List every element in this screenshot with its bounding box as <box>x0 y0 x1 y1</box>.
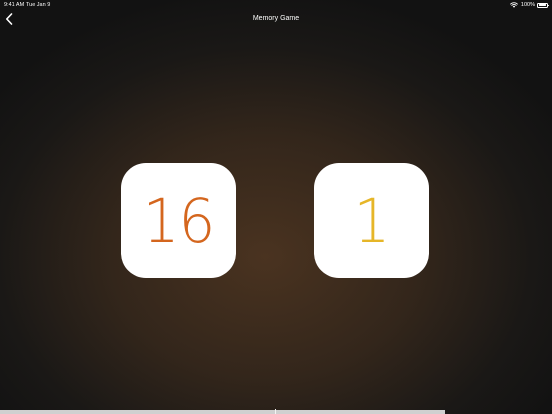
status-date: Tue Jan 9 <box>26 2 51 8</box>
card-number: 16 <box>142 184 216 257</box>
battery-percent: 100% <box>520 2 535 8</box>
bottom-progress-bar <box>0 409 552 414</box>
memory-card-left[interactable]: 16 <box>121 163 236 278</box>
bottom-track <box>0 410 445 414</box>
page-title: Memory Game <box>252 15 300 22</box>
bottom-divider <box>275 409 276 414</box>
status-time: 9:41 AM <box>4 2 25 8</box>
status-right-group: 100% <box>510 0 549 10</box>
card-number: 1 <box>353 184 391 257</box>
status-bar: 9:41 AM Tue Jan 9 100% <box>0 0 552 10</box>
battery-icon <box>537 2 549 8</box>
navigation-bar: Memory Game <box>0 10 552 28</box>
memory-card-right[interactable]: 1 <box>314 163 429 278</box>
wifi-icon <box>510 2 518 8</box>
